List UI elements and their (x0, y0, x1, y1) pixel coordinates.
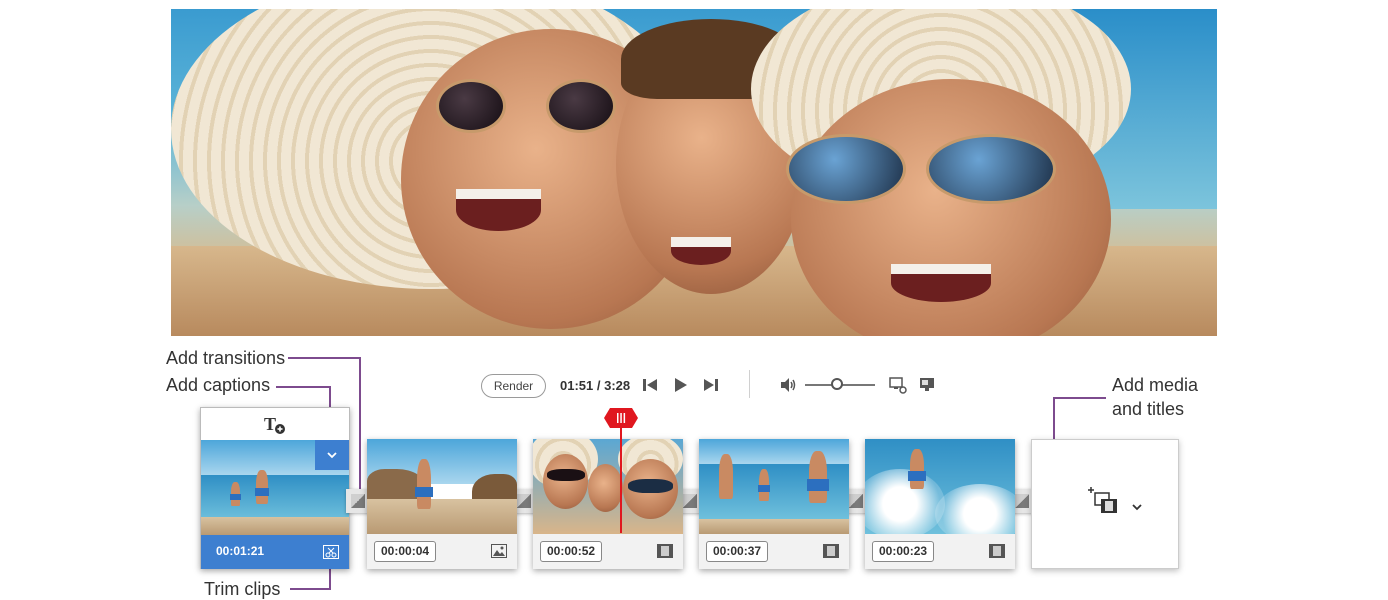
man-sunglasses (786, 134, 1086, 204)
clip-duration: 00:00:23 (872, 541, 935, 562)
callout-add-media: Add media (1112, 375, 1199, 395)
callout-line (276, 386, 331, 388)
clip-options-dropdown[interactable] (315, 440, 349, 470)
clip-duration: 00:00:04 (374, 541, 437, 562)
clip-duration: 00:00:52 (540, 541, 603, 562)
timeline-clip[interactable]: 00:00:23 (865, 439, 1015, 569)
transition-icon (1015, 494, 1029, 508)
volume-slider-knob[interactable] (830, 378, 843, 390)
man-mouth (891, 264, 991, 302)
toolbar-divider (749, 370, 750, 398)
clip-thumbnail (367, 439, 517, 534)
render-button[interactable]: Render (481, 374, 546, 398)
svg-text:T: T (264, 414, 276, 434)
transition-icon (351, 494, 365, 508)
playhead-handle-icon[interactable] (604, 408, 638, 428)
clip-thumbnail (533, 439, 683, 534)
caption-track[interactable]: T (201, 408, 349, 440)
timecode-display: 01:51 / 3:28 (560, 378, 631, 393)
transition-icon (517, 494, 531, 508)
timeline-clip[interactable]: 00:00:52 (533, 439, 683, 569)
speaker-icon[interactable] (779, 376, 797, 394)
clip-footer: 00:00:37 (699, 534, 849, 569)
playhead-line[interactable] (620, 420, 622, 533)
callout-line (329, 386, 331, 408)
image-icon (491, 544, 507, 558)
callout-line (329, 569, 331, 590)
step-back-icon[interactable] (641, 376, 659, 394)
clip-footer: 00:00:23 (865, 534, 1015, 569)
film-icon (989, 544, 1005, 558)
callout-line (359, 357, 361, 490)
callout-line (1053, 397, 1055, 440)
clip-footer: 00:00:04 (367, 534, 517, 569)
video-editor: Add transitions Add captions Trim clips … (0, 0, 1388, 600)
text-add-icon[interactable]: T (263, 414, 287, 436)
film-icon (657, 544, 673, 558)
monitor-icon[interactable] (918, 376, 936, 394)
timeline-clip[interactable]: 00:00:04 (367, 439, 517, 569)
clip-footer: 00:00:52 (533, 534, 683, 569)
chevron-down-icon (327, 452, 337, 459)
clip-duration: 00:01:21 (216, 544, 265, 558)
boy-mouth (671, 237, 731, 265)
callout-add-transitions: Add transitions (166, 348, 286, 368)
clip-duration: 00:00:37 (706, 541, 769, 562)
add-media-icon[interactable] (1087, 485, 1119, 517)
play-icon[interactable] (671, 376, 689, 394)
callout-line (1053, 397, 1106, 399)
film-icon (823, 544, 839, 558)
callout-and-titles: and titles (1112, 399, 1185, 419)
video-preview (171, 9, 1217, 336)
callout-add-captions: Add captions (166, 375, 271, 395)
chevron-down-icon[interactable] (1130, 502, 1144, 514)
transition-icon (849, 494, 863, 508)
callout-line (288, 357, 361, 359)
add-media-tile[interactable] (1031, 439, 1179, 569)
callout-trim-clips: Trim clips (204, 579, 281, 599)
clip-thumbnail (699, 439, 849, 534)
step-forward-icon[interactable] (702, 376, 720, 394)
selected-clip[interactable]: T 00:01:21 (200, 407, 350, 569)
callout-line (290, 588, 331, 590)
scissors-icon[interactable] (323, 545, 339, 559)
transition-icon (683, 494, 697, 508)
monitor-settings-icon[interactable] (889, 376, 907, 394)
clip-footer: 00:01:21 (201, 535, 349, 569)
timeline-clip[interactable]: 00:00:37 (699, 439, 849, 569)
clip-thumbnail (865, 439, 1015, 534)
woman-mouth (456, 189, 541, 231)
